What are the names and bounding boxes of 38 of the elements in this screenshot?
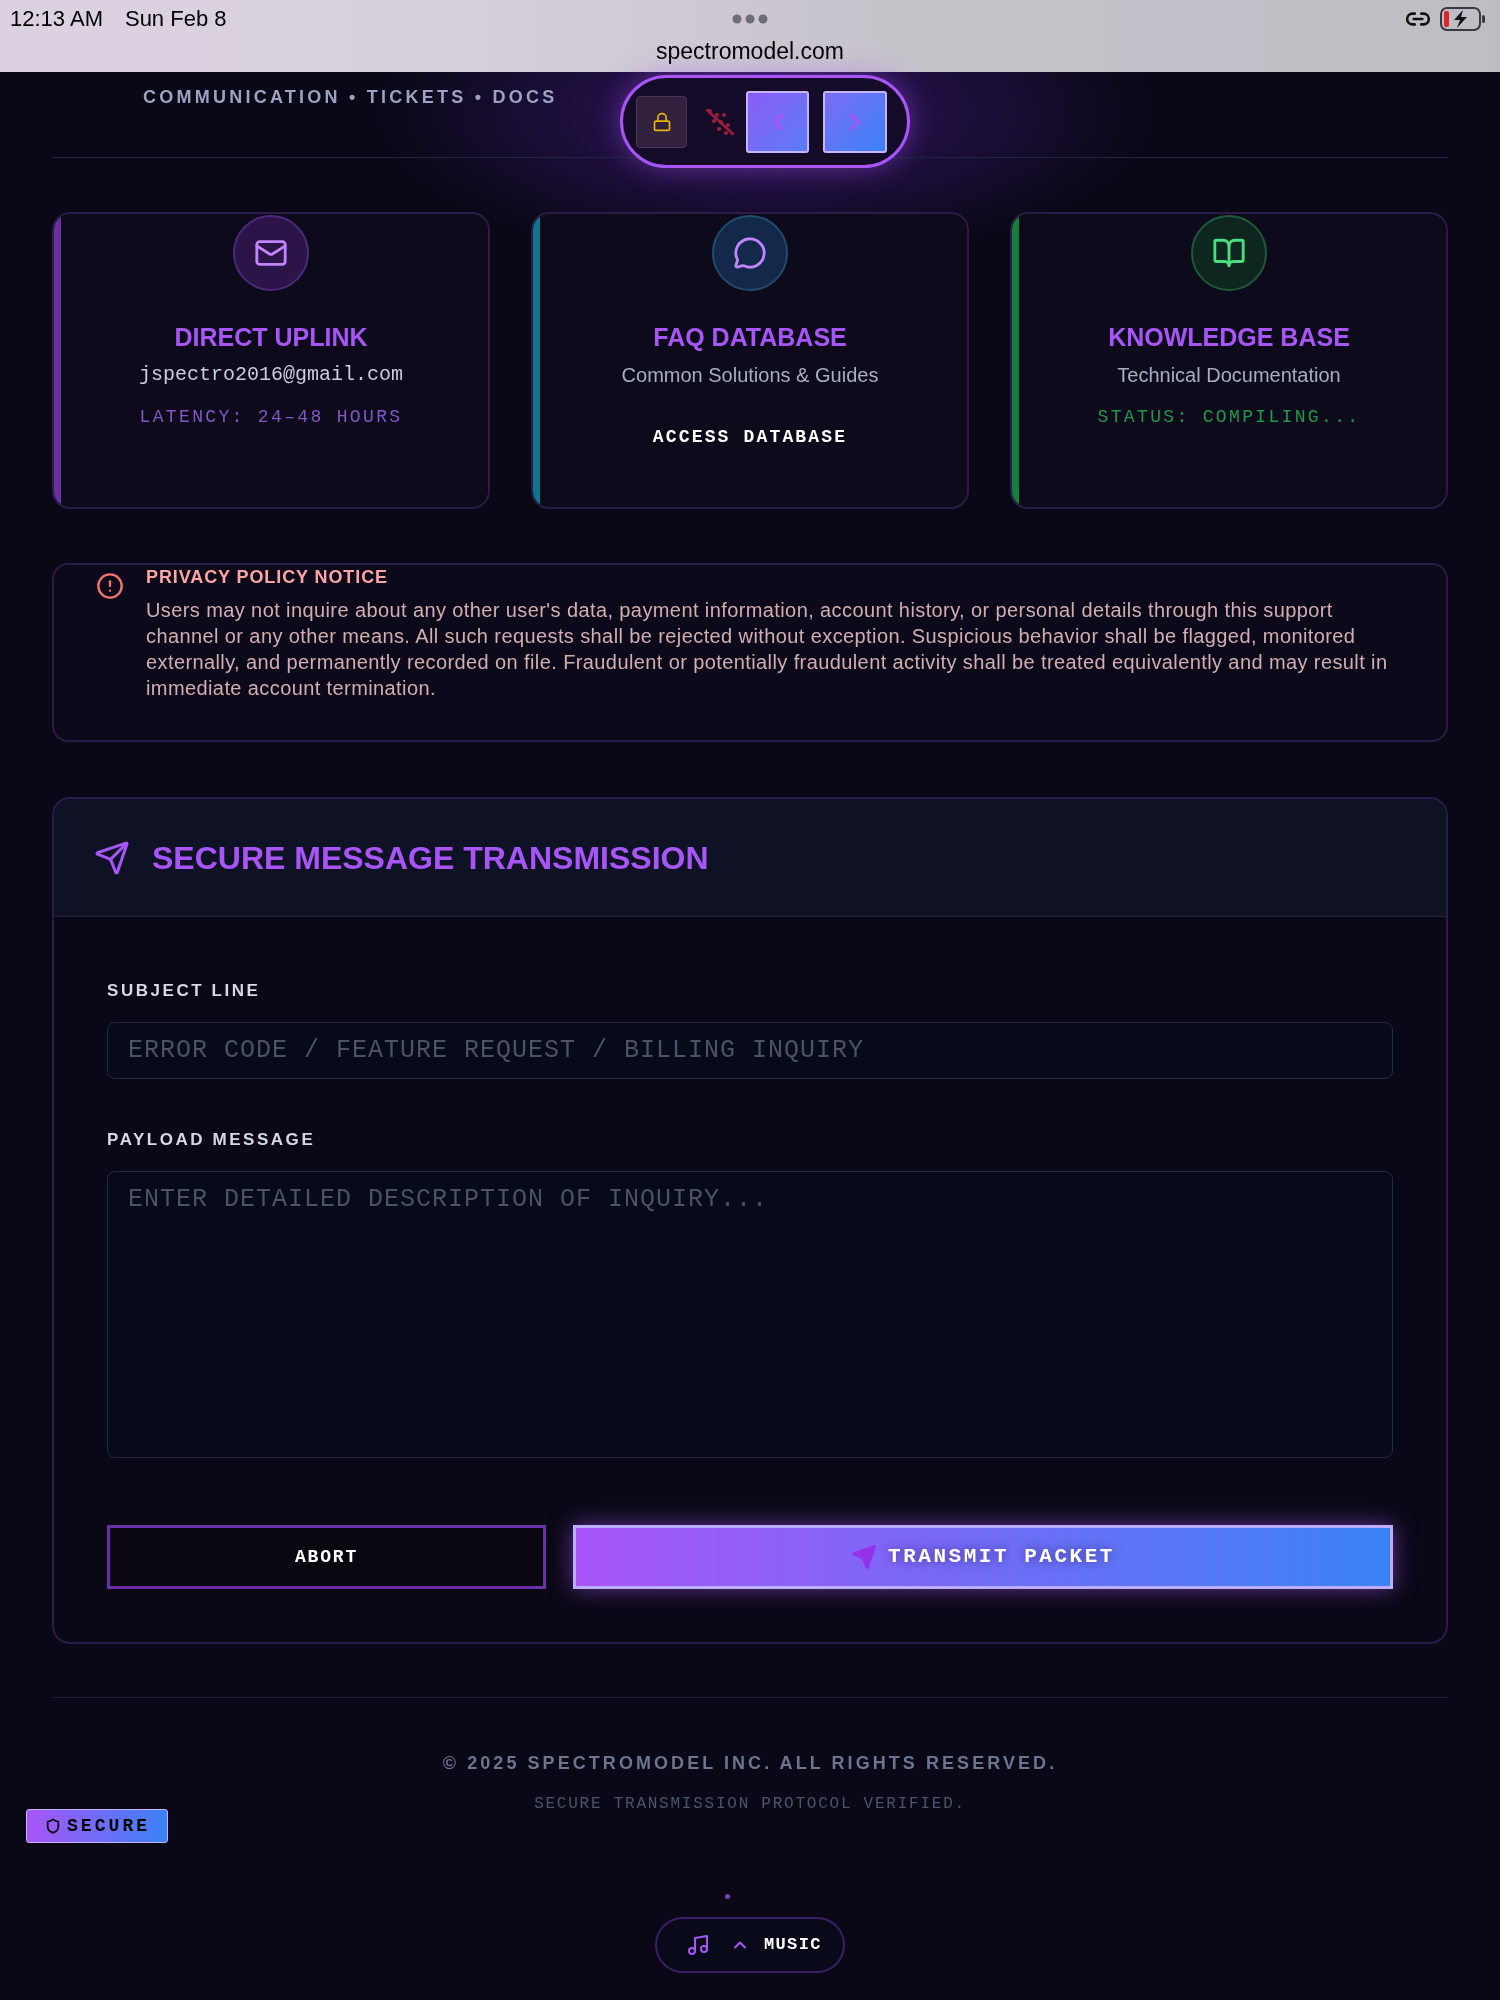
abort-button[interactable]: ABORT — [107, 1525, 546, 1589]
card-subtitle: Technical Documentation — [1117, 363, 1341, 388]
breadcrumb-nav: COMMUNICATION • TICKETS • DOCS — [143, 86, 558, 108]
music-note-icon — [686, 1933, 710, 1957]
alert-icon — [96, 572, 124, 600]
crossed-dots-icon[interactable] — [704, 106, 736, 137]
music-button[interactable]: MUSIC — [655, 1917, 845, 1973]
date-text: Sun Feb 8 — [124, 6, 227, 32]
message-text-area[interactable]: ENTER DETAILED DESCRIPTION OF INQUIRY... — [107, 1171, 1393, 1458]
copyright-text: © 2025 SPECTROMODEL INC. ALL RIGHTS RESERVED. — [442, 1752, 1058, 1775]
notice-text: Users may not inquire about any other user's data, payment information, account history, or personal details through this support channel or any other means. All such requests shall be rejected without exception. Suspicious behavior shall be flagged, monitored externally, and permanently recorded on file. Fraudulent or potentially fraudulent activity shall be treated equivalently and may result in immediate account termination. — [146, 598, 1389, 701]
lock-button[interactable] — [636, 95, 687, 148]
battery-charging-icon — [1440, 7, 1486, 31]
notice-title: PRIVACY POLICY NOTICE — [146, 566, 388, 588]
secure-badge: SECURE — [26, 1809, 168, 1843]
previous-button[interactable] — [746, 90, 809, 153]
email-address: jspectro2016@gmail.com — [138, 362, 403, 388]
send-icon — [94, 839, 130, 876]
shield-icon — [45, 1818, 61, 1834]
field-label: SUBJECT LINE — [107, 981, 261, 1001]
card-title: KNOWLEDGE BASE — [1108, 322, 1350, 352]
time-text: 12:13 AM — [10, 6, 103, 32]
next-button[interactable] — [823, 90, 887, 153]
card-title: FAQ DATABASE — [653, 322, 847, 352]
url-text[interactable]: spectromodel.com — [656, 38, 844, 64]
more-icon[interactable] — [732, 14, 768, 24]
card-subtitle: Common Solutions & Guides — [621, 363, 879, 388]
lock-icon — [651, 111, 672, 132]
response-time-text: LATENCY: 24–48 HOURS — [139, 406, 403, 429]
form-title: SECURE MESSAGE TRANSMISSION — [152, 838, 709, 877]
footer-note: SECURE TRANSMISSION PROTOCOL VERIFIED. — [534, 1794, 966, 1815]
subject-input-field[interactable]: ERROR CODE / FEATURE REQUEST / BILLING INQUIRY — [107, 1022, 1393, 1079]
database-link[interactable]: ACCESS DATABASE — [638, 415, 862, 459]
field-label: PAYLOAD MESSAGE — [107, 1130, 316, 1150]
card-title: DIRECT UPLINK — [174, 322, 368, 352]
transmit-button[interactable]: TRANSMIT PACKET — [573, 1525, 1393, 1589]
status-text: STATUS: COMPILING... — [1097, 406, 1361, 429]
send-icon — [851, 1544, 878, 1570]
